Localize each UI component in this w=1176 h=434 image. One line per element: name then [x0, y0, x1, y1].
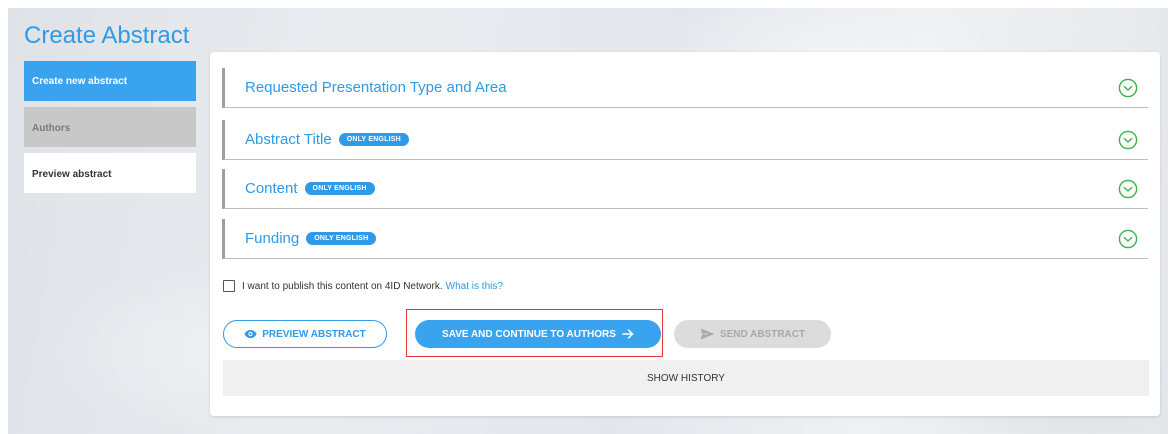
chevron-down-circle-icon[interactable] [1118, 130, 1138, 150]
sidebar-item-preview-abstract[interactable]: Preview abstract [24, 153, 196, 193]
show-history-label: SHOW HISTORY [647, 372, 725, 384]
section-title: Requested Presentation Type and Area [245, 79, 507, 96]
section-content[interactable]: Content ONLY ENGLISH [222, 169, 1148, 209]
only-english-badge: ONLY ENGLISH [338, 133, 409, 146]
sidebar-item-create-new-abstract[interactable]: Create new abstract [24, 61, 196, 101]
chevron-down-circle-icon[interactable] [1118, 179, 1138, 199]
what-is-this-link[interactable]: What is this? [446, 281, 503, 292]
abstract-form-card: Requested Presentation Type and Area Abs… [210, 52, 1160, 416]
section-funding[interactable]: Funding ONLY ENGLISH [222, 219, 1148, 259]
chevron-down-circle-icon[interactable] [1118, 229, 1138, 249]
section-title: Funding [245, 230, 300, 247]
preview-abstract-button[interactable]: PREVIEW ABSTRACT [223, 320, 387, 348]
chevron-down-circle-icon[interactable] [1118, 78, 1138, 98]
send-abstract-button[interactable]: SEND ABSTRACT [674, 320, 831, 348]
save-and-continue-label: SAVE AND CONTINUE TO AUTHORS [442, 328, 616, 340]
save-and-continue-button[interactable]: SAVE AND CONTINUE TO AUTHORS [415, 320, 661, 348]
only-english-badge: ONLY ENGLISH [304, 182, 375, 195]
sidebar-nav: Create new abstract Authors Preview abst… [24, 61, 196, 199]
section-abstract-title[interactable]: Abstract Title ONLY ENGLISH [222, 120, 1148, 160]
sidebar-item-authors[interactable]: Authors [24, 107, 196, 147]
publish-checkbox[interactable] [223, 280, 235, 292]
publish-option: I want to publish this content on 4ID Ne… [223, 280, 503, 292]
section-title: Abstract Title [245, 131, 332, 148]
arrow-right-icon [622, 329, 634, 339]
only-english-badge: ONLY ENGLISH [306, 232, 377, 245]
section-title: Content [245, 180, 298, 197]
section-presentation-type[interactable]: Requested Presentation Type and Area [222, 68, 1148, 108]
publish-label: I want to publish this content on 4ID Ne… [242, 280, 443, 292]
send-icon [700, 328, 715, 340]
send-abstract-label: SEND ABSTRACT [719, 328, 806, 340]
page-title: Create Abstract [24, 22, 190, 49]
show-history-button[interactable]: SHOW HISTORY [223, 360, 1149, 396]
preview-abstract-label: PREVIEW ABSTRACT [262, 328, 366, 340]
eye-icon [244, 329, 257, 339]
